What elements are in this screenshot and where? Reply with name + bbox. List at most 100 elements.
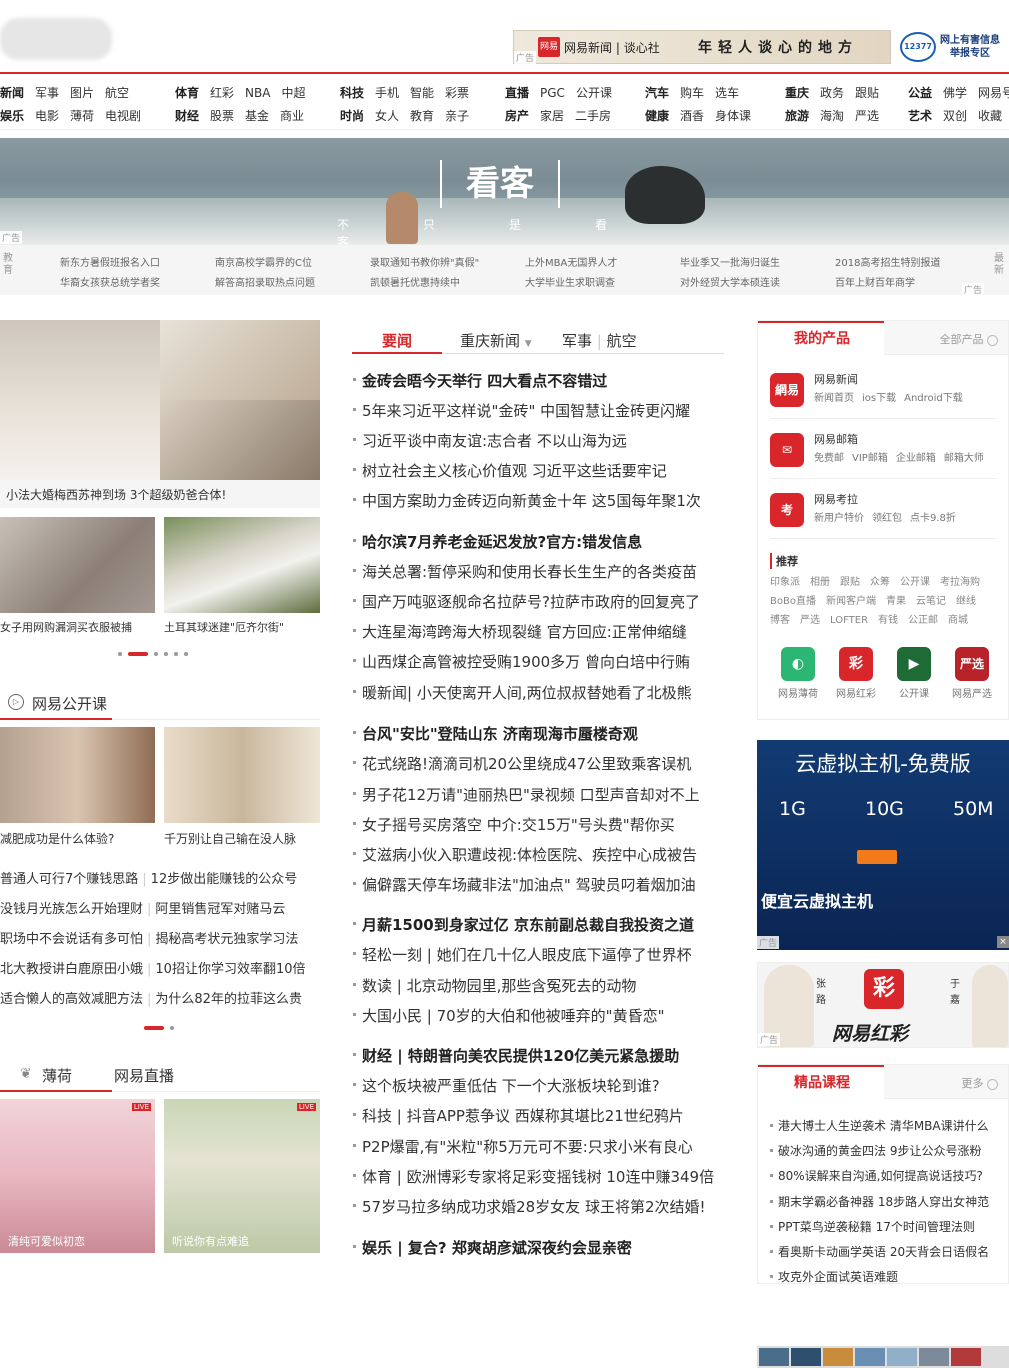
app-open-course[interactable]: ▶ 公开课 (886, 647, 942, 700)
news-item[interactable]: 数读 | 北京动物园里,那些含冤死去的动物 (352, 975, 636, 996)
nav-link[interactable]: 购车 (680, 86, 704, 100)
news-item[interactable]: 国产万吨驱逐舰命名拉萨号?拉萨市政府的回复亮了 (353, 591, 700, 612)
strip-link[interactable]: 凯顿暑托优惠持续中 (370, 274, 460, 289)
news-headline[interactable]: 哈尔滨7月养老金延迟发放?官方:错发信息 (352, 531, 642, 552)
app-mint[interactable]: ◐ 网易薄荷 (770, 647, 826, 700)
nav-link[interactable]: 网易号 (978, 86, 1009, 100)
ad-thumb[interactable] (855, 1348, 885, 1366)
news-item[interactable]: 中国方案助力金砖迈向新黄金十年 这5国每年聚1次 (353, 490, 701, 511)
nav-link[interactable]: 收藏 (978, 109, 1002, 123)
nav-link[interactable]: 艺术 (908, 109, 932, 123)
carousel-dots[interactable] (144, 1020, 180, 1030)
news-headline[interactable]: 金砖会晤今天举行 四大看点不容错过 (352, 370, 607, 391)
nav-link[interactable]: 手机 (375, 86, 399, 100)
nav-link[interactable]: 中超 (281, 86, 305, 100)
news-headline[interactable]: 财经 | 特朗普向美农民提供120亿美元紧急援助 (352, 1045, 679, 1066)
nav-link[interactable]: 选车 (715, 86, 739, 100)
nav-link[interactable]: 电影 (35, 109, 59, 123)
section-title[interactable]: 网易公开课 (32, 693, 107, 714)
nav-link[interactable]: 酒香 (680, 109, 704, 123)
nav-link[interactable]: 军事 (35, 86, 59, 100)
nav-link[interactable]: 健康 (645, 109, 669, 123)
nav-link[interactable]: 直播 (505, 86, 529, 100)
course-item[interactable]: 看奥斯卡动画学英语 20天背会日语假名 (769, 1243, 989, 1260)
news-item[interactable]: 山西煤企高管被控受贿1900多万 曾向白培中行贿 (353, 651, 690, 672)
news-item[interactable]: 这个板块被严重低估 下一个大涨板块轮到谁? (353, 1075, 660, 1096)
strip-link[interactable]: 百年上财百年商学 (835, 274, 915, 289)
news-item[interactable]: 5年来习近平这样说"金砖" 中国智慧让金砖更闪耀 (352, 400, 690, 421)
report-zone-link[interactable]: 12377 网上有害信息 举报专区 (900, 30, 1008, 64)
wedding-photo-left[interactable] (0, 320, 160, 480)
tab-chongqing[interactable]: 重庆新闻 ▼ (460, 330, 532, 351)
live-photo[interactable]: LIVE (164, 1099, 320, 1253)
nav-link[interactable]: 汽车 (645, 86, 669, 100)
panel-title[interactable]: 我的产品 (758, 321, 884, 355)
nav-link[interactable]: 时尚 (340, 109, 364, 123)
tab-military[interactable]: 军事 | 航空 (562, 330, 637, 351)
course-item[interactable]: 港大博士人生逆袭术 清华MBA课讲什么 (770, 1117, 989, 1134)
news-item[interactable]: 偏僻露天停车场藏非法"加油点" 驾驶员叼着烟加油 (353, 874, 696, 895)
news-item[interactable]: 男子花12万请"迪丽热巴"录视频 口型声音却对不上 (353, 784, 700, 805)
ad-thumb[interactable] (951, 1348, 981, 1366)
nav-link[interactable]: 海淘 (820, 109, 844, 123)
course-item[interactable]: PPT菜鸟逆袭秘籍 17个时间管理法则 (770, 1218, 975, 1235)
photo-caption[interactable]: 清纯可爱似初恋 (8, 1233, 85, 1249)
news-item[interactable]: 科技 | 抖音APP惹争议 西媒称其堪比21世纪鸦片 (353, 1105, 684, 1126)
nav-link[interactable]: 基金 (245, 109, 269, 123)
nav-link[interactable]: 航空 (105, 86, 129, 100)
course-photo[interactable] (0, 727, 155, 823)
list-item[interactable]: 北大教授讲白鹿原田小娥 | 10招让你学习效率翻10倍 (0, 958, 306, 977)
photo-caption[interactable]: 千万别让自己输在没人脉 (164, 830, 296, 847)
product-kaola[interactable]: 考 网易考拉 新用户特价 领红包 点卡9.8折 (770, 487, 996, 539)
app-hongcai[interactable]: 彩网易红彩 (828, 647, 884, 700)
nav-link[interactable]: 严选 (855, 109, 879, 123)
nav-link[interactable]: 跟贴 (855, 86, 879, 100)
hongcai-ad[interactable]: 张路 于嘉 彩 网易红彩 广告 (757, 962, 1009, 1048)
photo-caption[interactable]: 女子用网购漏洞买衣服被捕 (0, 619, 132, 635)
news-item[interactable]: 轻松一刻 | 她们在几十亿人眼皮底下逼停了世界杯 (353, 944, 692, 965)
strip-link[interactable]: 对外经贸大学本硕连读 (680, 274, 780, 289)
nav-link[interactable]: 公开课 (576, 86, 612, 100)
nav-link[interactable]: 二手房 (575, 109, 611, 123)
strip-link[interactable]: 大学毕业生求职调查 (525, 274, 615, 289)
all-products-link[interactable]: 全部产品 (940, 331, 998, 347)
nav-link[interactable]: PGC (540, 86, 565, 100)
nav-link[interactable]: 图片 (70, 86, 94, 100)
product-name[interactable]: 网易邮箱 (814, 431, 858, 447)
nav-link[interactable]: 双创 (943, 109, 967, 123)
panel-title[interactable]: 精品课程 (758, 1065, 884, 1099)
list-item[interactable]: 职场中不会说话有多可怕 | 揭秘高考状元独家学习法 (0, 928, 298, 947)
news-photo[interactable] (0, 517, 155, 613)
course-item[interactable]: 攻克外企面试英语难题 (769, 1268, 898, 1285)
product-netease-news[interactable]: 網易 网易新闻 新闻首页 ios下载 Android下载 (770, 367, 996, 419)
wedding-photo-top-right[interactable] (160, 320, 320, 400)
nav-link[interactable]: 房产 (505, 109, 529, 123)
list-item[interactable]: 没钱月光族怎么开始理财 | 阿里销售冠军对赌马云 (0, 898, 285, 917)
strip-link[interactable]: 华裔女孩获总统学者奖 (60, 274, 160, 289)
ad-cta-button[interactable] (857, 850, 897, 864)
nav-link[interactable]: 公益 (908, 86, 932, 100)
nav-link[interactable]: 新闻 (0, 86, 24, 100)
list-item[interactable]: 普通人可行7个赚钱思路 | 12步做出能赚钱的公众号 (0, 868, 297, 887)
course-item[interactable]: 期末学霸必备神器 18步路人穿出女神范 (769, 1193, 989, 1210)
nav-link[interactable]: 财经 (175, 109, 199, 123)
ad-thumb[interactable] (791, 1348, 821, 1366)
nav-link[interactable]: 股票 (210, 109, 234, 123)
nav-link[interactable]: 科技 (340, 86, 364, 100)
live-photo[interactable]: LIVE (0, 1099, 155, 1253)
strip-link[interactable]: 2018高考招生特别报道 (835, 254, 940, 269)
photo-caption[interactable]: 土耳其球迷建"厄齐尔街" (164, 619, 284, 635)
photo-caption[interactable]: 小法大婚梅西苏神到场 3个超级奶爸合体! (6, 486, 226, 503)
product-name[interactable]: 网易考拉 (814, 491, 858, 507)
news-item[interactable]: 女子摇号买房落空 中介:交15万"号头费"帮你买 (353, 814, 675, 835)
site-logo[interactable] (0, 18, 112, 60)
ad-thumb[interactable] (823, 1348, 853, 1366)
header-ad-banner[interactable]: 网易 网易新闻 | 谈心社 年轻人谈心的地方 广告 (513, 30, 891, 64)
list-item[interactable]: 适合懒人的高效减肥方法 | 为什么82年的拉菲这么贵 (0, 988, 302, 1007)
news-item[interactable]: P2P爆雷,有"米粒"称5万元可不要:只求小米有良心 (353, 1136, 693, 1157)
strip-link[interactable]: 录取通知书教你辨"真假" (370, 254, 479, 269)
strip-link[interactable]: 解答高招录取热点问题 (215, 274, 315, 289)
close-icon[interactable]: × (997, 936, 1009, 948)
news-item[interactable]: 大国小民 | 70岁的大伯和他被唾弃的"黄昏恋" (352, 1005, 664, 1026)
nav-link[interactable]: 电视剧 (105, 109, 141, 123)
